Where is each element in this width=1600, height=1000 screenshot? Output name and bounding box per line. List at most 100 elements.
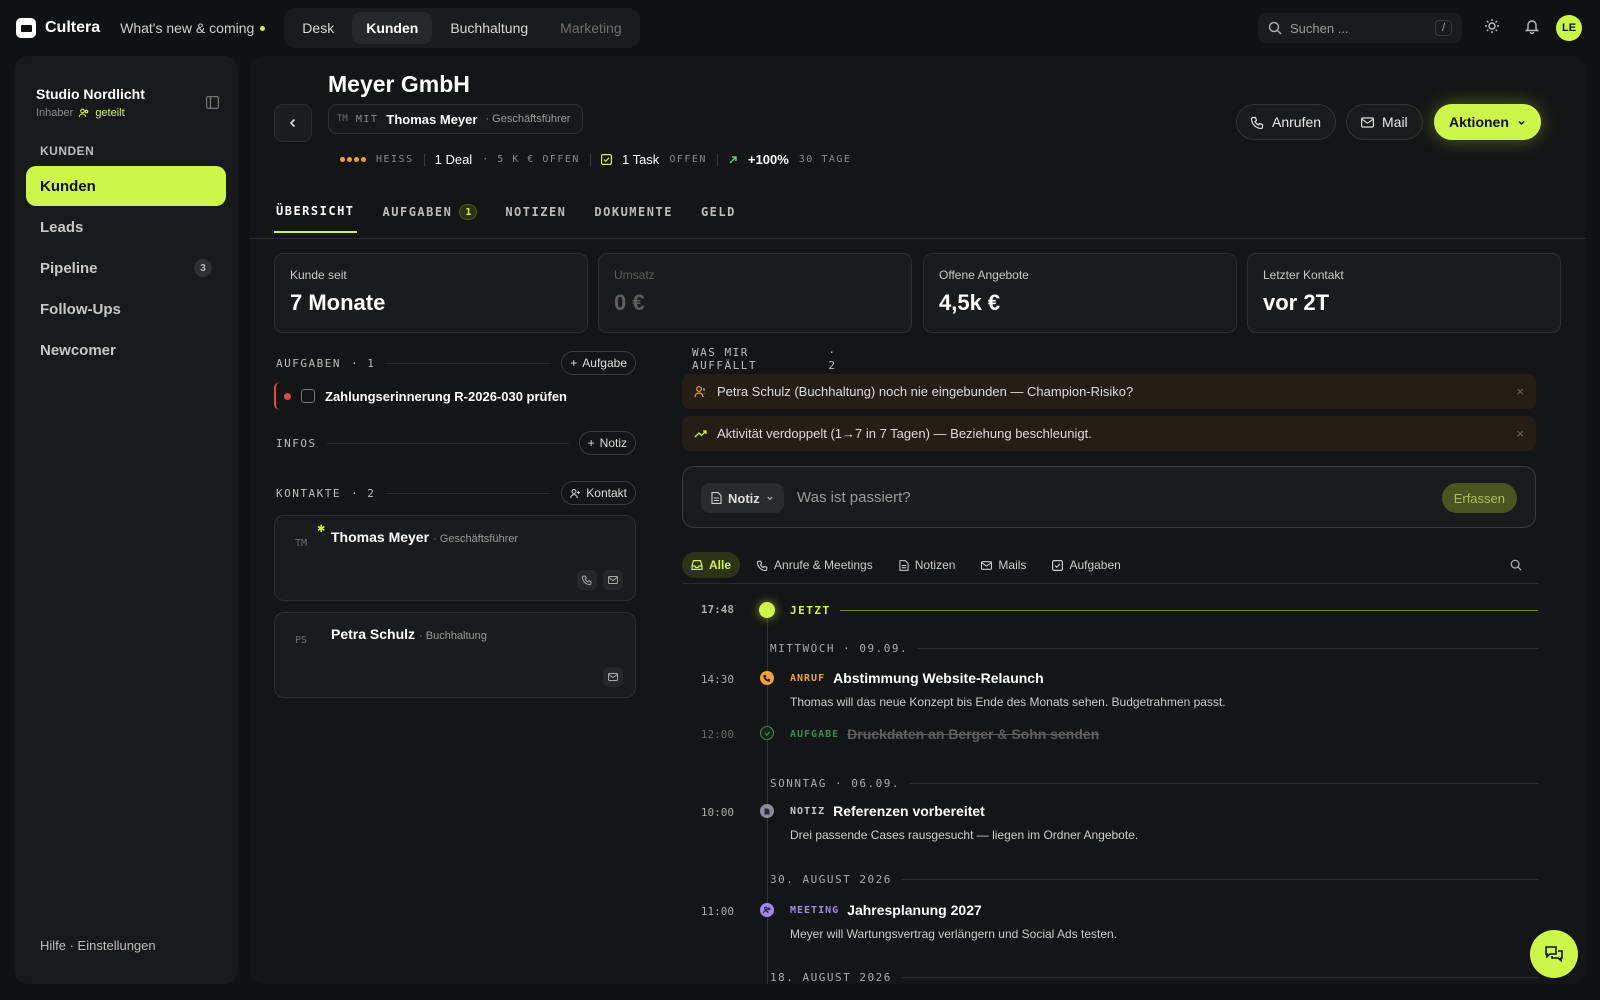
actions-dropdown-button[interactable]: Aktionen — [1434, 104, 1541, 140]
user-avatar[interactable]: LE — [1556, 15, 1582, 41]
dismiss-icon[interactable]: × — [1516, 384, 1524, 399]
actions-label: Aktionen — [1449, 114, 1509, 130]
mail-icon — [981, 560, 993, 570]
contact-name: Thomas Meyer — [386, 111, 478, 127]
sidebar-item-kunden[interactable]: Kunden — [26, 166, 226, 206]
app-name: Cultera — [45, 19, 101, 36]
timeline-event[interactable]: ANRUF Abstimmung Website-Relaunch — [790, 670, 1044, 686]
mail-contact-icon[interactable] — [603, 667, 623, 687]
sidebar-item-pipeline[interactable]: Pipeline 3 — [26, 248, 226, 288]
event-description: Thomas will das neue Konzept bis Ende de… — [790, 695, 1226, 709]
insight-text: Petra Schulz (Buchhaltung) noch nie eing… — [717, 384, 1134, 399]
filter-calls-meetings[interactable]: Anrufe & Meetings — [748, 552, 882, 578]
section-title: INFOS — [276, 436, 317, 450]
filter-label: Aufgaben — [1069, 558, 1121, 572]
chevron-down-icon — [1518, 120, 1525, 125]
insight-card[interactable]: Petra Schulz (Buchhaltung) noch nie eing… — [682, 374, 1536, 409]
filter-tasks[interactable]: Aufgaben — [1043, 552, 1129, 578]
event-type: NOTIZ — [790, 805, 826, 817]
activity-input[interactable]: Was ist passiert? — [797, 489, 911, 506]
sidebar-item-newcomer[interactable]: Newcomer — [26, 330, 226, 370]
search-input[interactable]: Suchen ... / — [1258, 13, 1462, 43]
tasks-count[interactable]: 1 Task — [622, 152, 659, 167]
task-item[interactable]: Zahlungserinnerung R-2026-030 prüfen — [274, 382, 636, 410]
tab-label: DOKUMENTE — [594, 205, 673, 219]
day-separator: MITTWOCH · 09.09. — [770, 642, 1538, 655]
call-contact-icon[interactable] — [577, 570, 597, 590]
nav-tab-desk[interactable]: Desk — [288, 12, 348, 44]
filter-mails[interactable]: Mails — [972, 552, 1035, 578]
timeline-event[interactable]: NOTIZ Referenzen vorbereitet — [790, 803, 985, 819]
filters-divider — [682, 583, 1538, 584]
insight-card[interactable]: Aktivität verdoppelt (1→7 in 7 Tagen) — … — [682, 416, 1536, 451]
workspace-switcher[interactable]: Studio Nordlicht Inhaber geteilt — [36, 86, 145, 119]
back-button[interactable] — [274, 104, 312, 142]
contact-initials: PS — [295, 635, 308, 646]
add-note-button[interactable]: + Notiz — [578, 431, 636, 455]
tab-uebersicht[interactable]: ÜBERSICHT — [274, 198, 357, 233]
contact-card[interactable]: TM ✱ Thomas Meyer · Geschäftsführer — [274, 515, 636, 601]
timeline-event[interactable]: MEETING Jahresplanung 2027 — [790, 902, 982, 918]
day-separator: SONNTAG · 06.09. — [770, 777, 1538, 790]
filter-label: Notizen — [914, 558, 956, 572]
tab-geld[interactable]: GELD — [699, 198, 738, 233]
timeline-event[interactable]: AUFGABE Druckdaten an Berger & Sohn send… — [790, 726, 1099, 742]
tab-notizen[interactable]: NOTIZEN — [503, 198, 568, 233]
task-event-icon — [760, 726, 774, 740]
nav-tab-buchhaltung[interactable]: Buchhaltung — [436, 12, 542, 44]
button-label: Notiz — [599, 436, 627, 450]
call-button[interactable]: Anrufen — [1236, 104, 1337, 140]
stat-value: vor 2T — [1263, 290, 1330, 315]
timeline-search-icon[interactable] — [1510, 559, 1522, 571]
task-checkbox[interactable] — [301, 389, 315, 403]
day-label: MITTWOCH · 09.09. — [770, 642, 909, 655]
stat-label: Kunde seit — [290, 268, 347, 282]
nav-tab-marketing[interactable]: Marketing — [546, 12, 635, 44]
deals-count[interactable]: 1 Deal — [435, 152, 473, 167]
filter-all[interactable]: Alle — [682, 552, 741, 578]
event-type: MEETING — [790, 904, 840, 916]
theme-toggle-icon[interactable] — [1484, 18, 1500, 34]
dismiss-icon[interactable]: × — [1516, 426, 1524, 441]
sidebar-section-title: KUNDEN — [40, 144, 95, 158]
activity-type-select[interactable]: Notiz — [701, 483, 784, 513]
check-square-icon — [1052, 559, 1064, 571]
stat-card-customer-since: Kunde seit 7 Monate — [274, 253, 588, 333]
workspace-shared: geteilt — [95, 107, 125, 119]
nav-tab-kunden[interactable]: Kunden — [352, 12, 433, 44]
stat-value: 7 Monate — [290, 290, 386, 315]
chat-button[interactable] — [1530, 930, 1578, 978]
search-icon — [1268, 21, 1282, 35]
tab-aufgaben[interactable]: AUFGABEN 1 — [381, 198, 480, 233]
contact-role: · Buchhaltung — [419, 630, 487, 642]
contact-name: Petra Schulz — [331, 626, 416, 642]
now-time: 17:48 — [700, 603, 734, 616]
mail-contact-icon[interactable] — [603, 570, 623, 590]
primary-contact-pill[interactable]: TM MIT Thomas Meyer · Geschäftsführer — [328, 104, 584, 134]
bell-icon[interactable] — [1524, 18, 1540, 34]
contact-card[interactable]: PS Petra Schulz · Buchhaltung — [274, 612, 636, 698]
whats-new-label: What's new & coming — [120, 20, 255, 36]
whats-new-link[interactable]: What's new & coming — [120, 20, 266, 36]
event-title: Referenzen vorbereitet — [833, 803, 985, 819]
filter-notes[interactable]: Notizen — [890, 552, 965, 578]
event-time: 12:00 — [700, 728, 734, 741]
add-task-button[interactable]: + Aufgabe — [561, 351, 636, 375]
trend-up-icon — [729, 155, 737, 163]
app-logo[interactable]: Cultera — [16, 18, 100, 38]
priority-dot — [284, 392, 291, 400]
mail-button[interactable]: Mail — [1346, 104, 1423, 140]
event-type: AUFGABE — [790, 728, 840, 740]
now-line — [840, 610, 1538, 611]
sidebar-item-leads[interactable]: Leads — [26, 207, 226, 247]
stat-card-open-offers: Offene Angebote 4,5k € — [923, 253, 1237, 333]
sidebar-collapse-icon[interactable] — [206, 96, 219, 109]
trend-sub: 30 TAGE — [798, 154, 852, 165]
call-label: Anrufen — [1272, 114, 1322, 130]
add-contact-button[interactable]: Kontakt — [561, 481, 636, 505]
submit-activity-button[interactable]: Erfassen — [1441, 483, 1517, 513]
infos-section-header: INFOS + Notiz — [276, 431, 636, 455]
sidebar-item-follow-ups[interactable]: Follow-Ups — [26, 289, 226, 329]
tab-dokumente[interactable]: DOKUMENTE — [592, 198, 675, 233]
sidebar-footer-links[interactable]: Hilfe · Einstellungen — [40, 938, 156, 953]
